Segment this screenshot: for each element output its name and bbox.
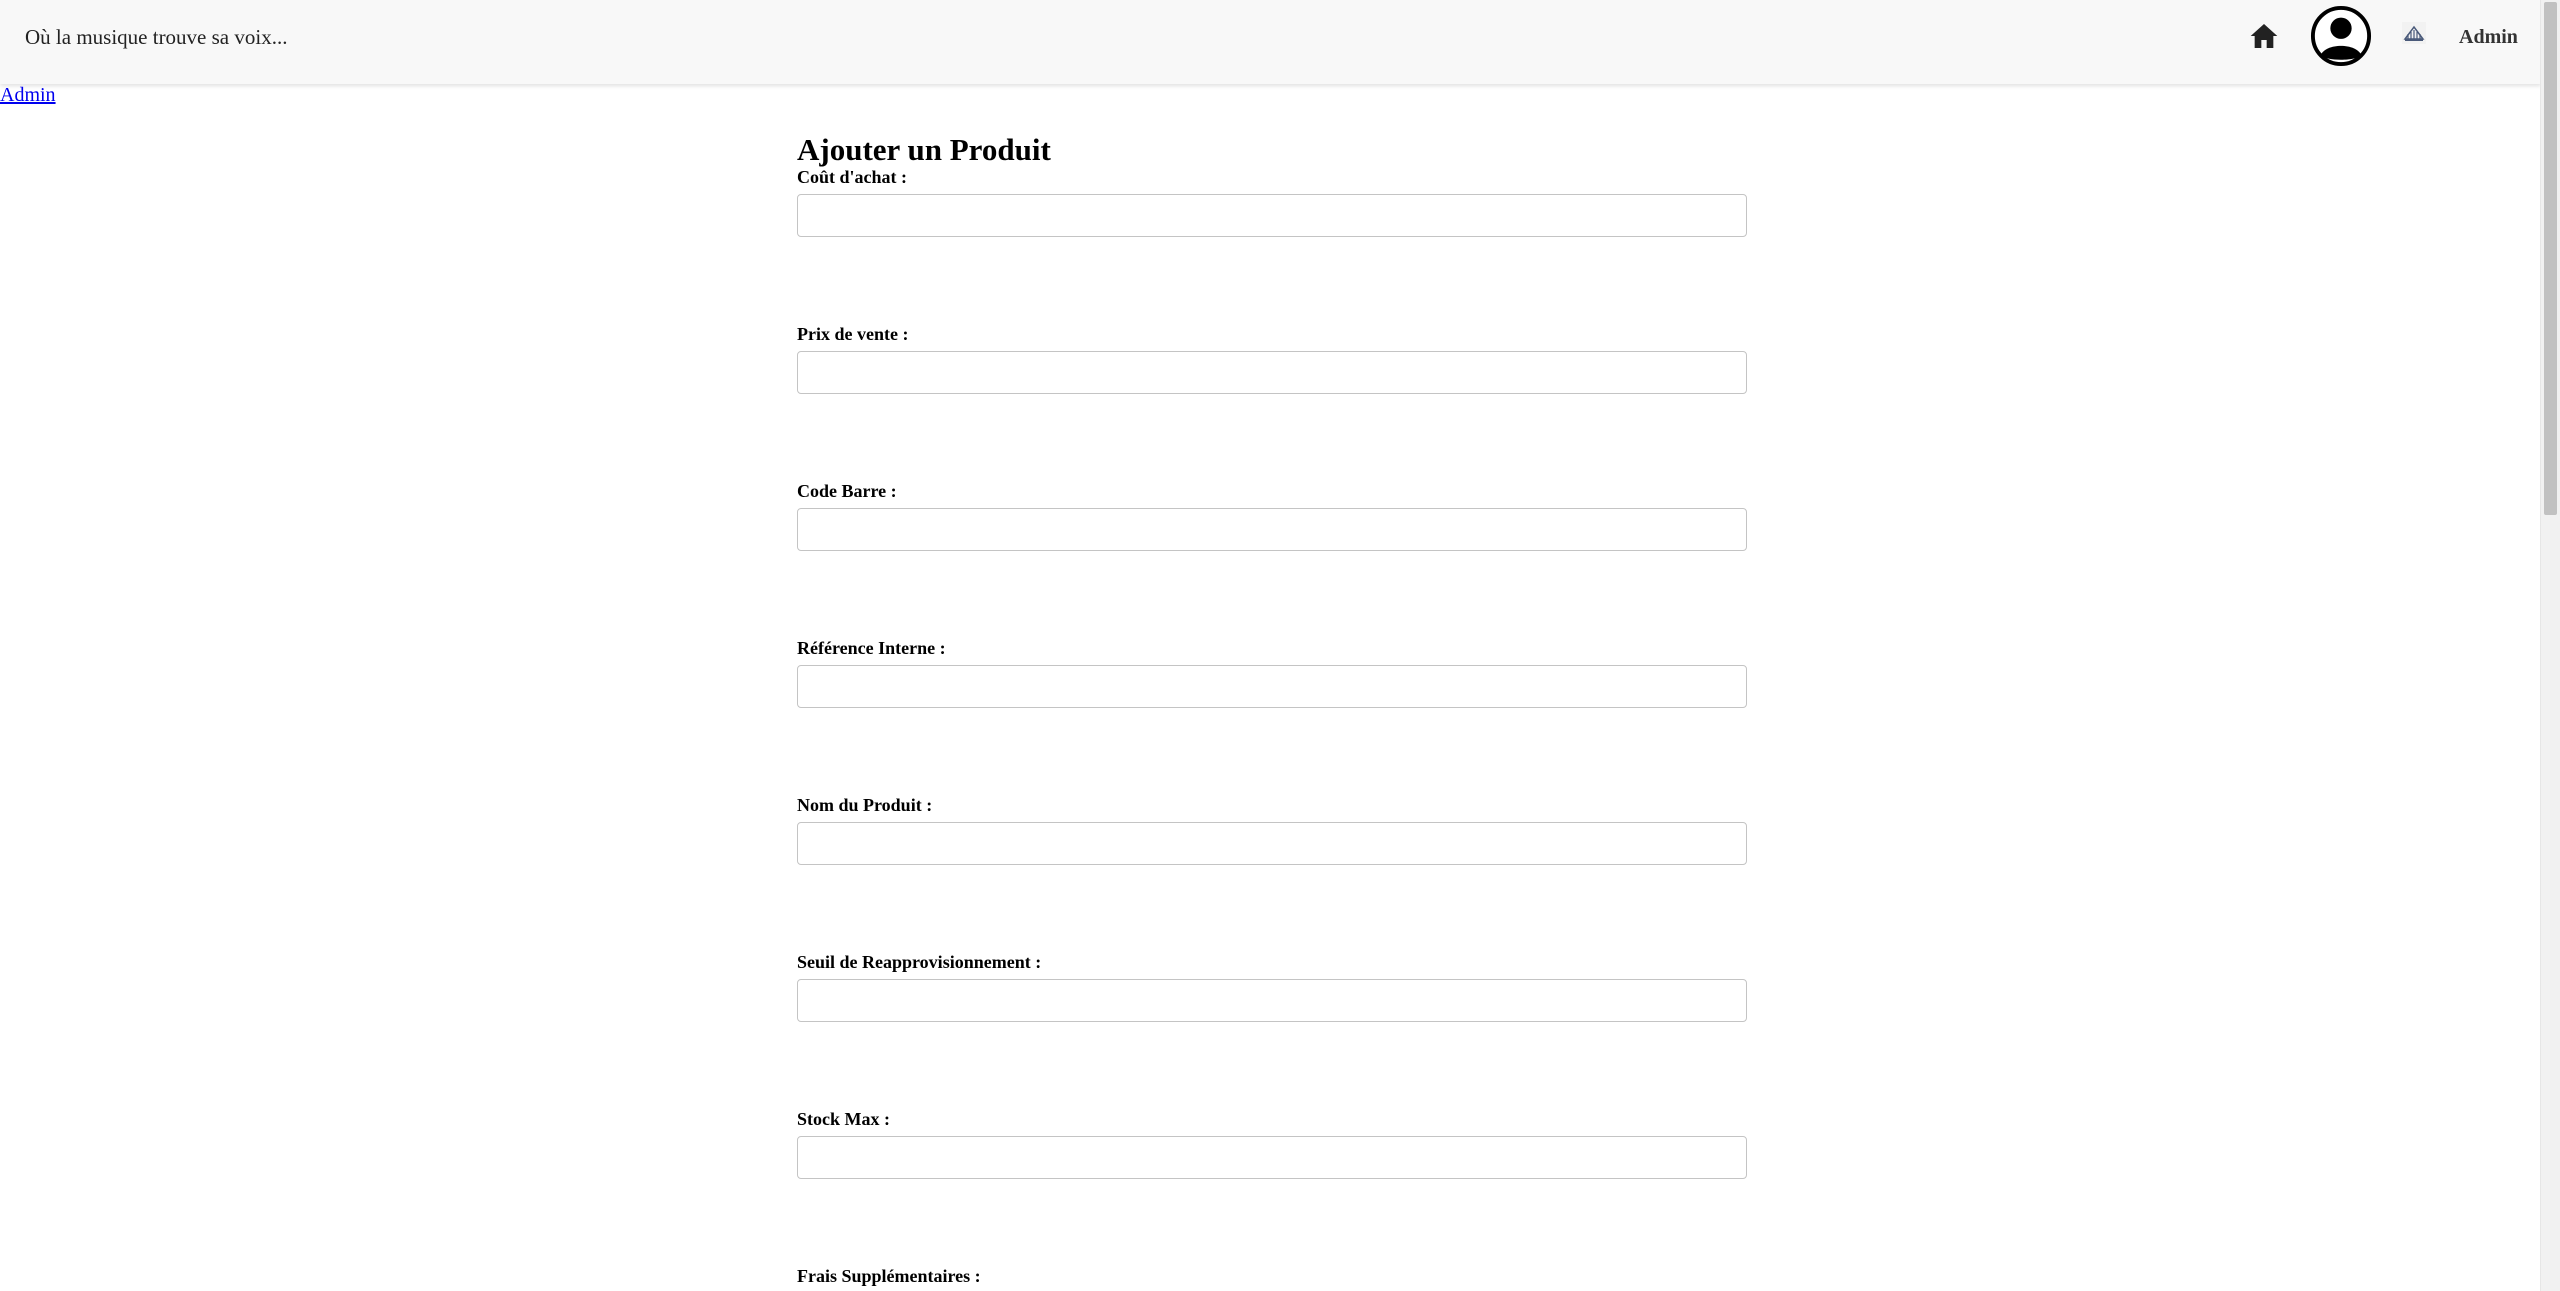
logo-icon <box>2402 22 2426 44</box>
reorder-threshold-input[interactable] <box>797 979 1747 1022</box>
stock-max-input[interactable] <box>797 1136 1747 1179</box>
product-name-input[interactable] <box>797 822 1747 865</box>
extra-fees-label: Frais Supplémentaires : <box>797 1266 981 1286</box>
product-name-label: Nom du Produit : <box>797 795 933 815</box>
reorder-threshold-label: Seuil de Reapprovisionnement : <box>797 952 1042 972</box>
top-navbar: Où la musique trouve sa voix... Admin <box>0 0 2541 84</box>
add-product-form: Ajouter un Produit Coût d'achat : Prix d… <box>797 130 1747 1286</box>
internal-reference-input[interactable] <box>797 665 1747 708</box>
current-user-name[interactable]: Admin <box>2459 26 2518 49</box>
user-avatar-icon[interactable] <box>2310 5 2372 67</box>
barcode-input[interactable] <box>797 508 1747 551</box>
scrollbar-thumb[interactable] <box>2544 2 2557 515</box>
sale-price-label: Prix de vente : <box>797 324 909 344</box>
stock-max-label: Stock Max : <box>797 1109 890 1129</box>
product-name-field: Nom du Produit : <box>797 794 1747 865</box>
purchase-cost-field: Coût d'achat : <box>797 166 1747 237</box>
sale-price-field: Prix de vente : <box>797 323 1747 394</box>
home-icon[interactable] <box>2248 20 2280 52</box>
page-scrollbar[interactable] <box>2540 0 2560 1291</box>
site-tagline: Où la musique trouve sa voix... <box>25 25 288 49</box>
internal-reference-label: Référence Interne : <box>797 638 946 658</box>
purchase-cost-input[interactable] <box>797 194 1747 237</box>
stock-max-field: Stock Max : <box>797 1108 1747 1179</box>
sale-price-input[interactable] <box>797 351 1747 394</box>
reorder-threshold-field: Seuil de Reapprovisionnement : <box>797 951 1747 1022</box>
purchase-cost-label: Coût d'achat : <box>797 167 908 187</box>
form-title: Ajouter un Produit <box>797 132 1051 167</box>
barcode-field: Code Barre : <box>797 480 1747 551</box>
extra-fees-field: Frais Supplémentaires : <box>797 1265 1747 1287</box>
barcode-label: Code Barre : <box>797 481 897 501</box>
admin-link[interactable]: Admin <box>0 84 56 107</box>
internal-reference-field: Référence Interne : <box>797 637 1747 708</box>
